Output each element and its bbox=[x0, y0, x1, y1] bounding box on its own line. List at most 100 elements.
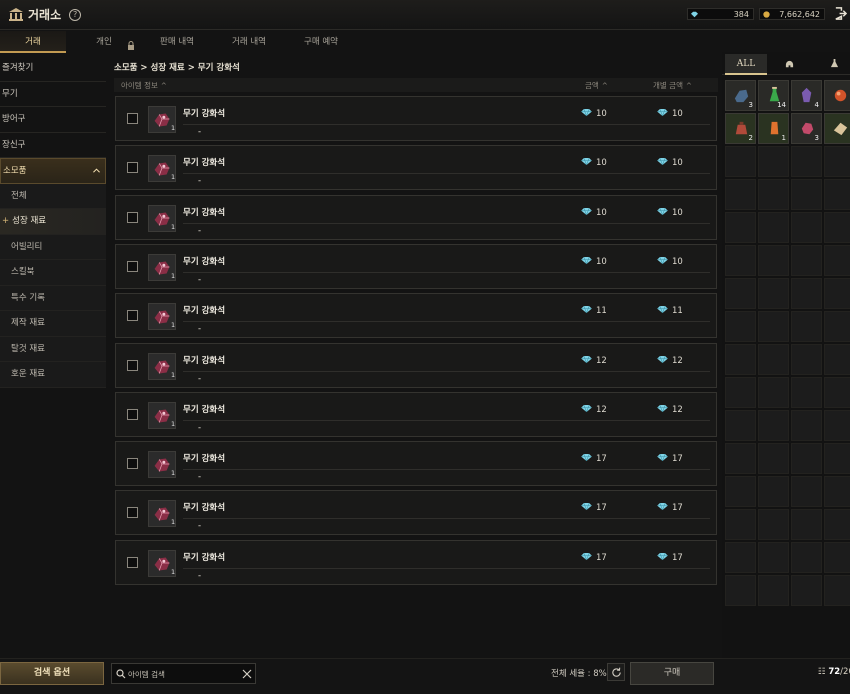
tab-trade-history[interactable]: 거래 내역 bbox=[216, 31, 282, 53]
sidebar-item-accessories[interactable]: 장신구 bbox=[0, 133, 106, 158]
inventory-slot-empty[interactable] bbox=[725, 146, 756, 177]
inventory-slot-empty[interactable] bbox=[725, 212, 756, 243]
inventory-slot-empty[interactable] bbox=[725, 410, 756, 441]
col-unit-price-header[interactable]: 개별 금액 ^ bbox=[653, 80, 692, 91]
inventory-slot-empty[interactable] bbox=[725, 476, 756, 507]
inventory-slot-empty[interactable] bbox=[758, 311, 789, 342]
inventory-slot-empty[interactable] bbox=[791, 542, 822, 573]
inventory-tab-consumables[interactable] bbox=[822, 54, 846, 75]
inventory-slot-empty[interactable] bbox=[824, 410, 850, 441]
sidebar-item-armor[interactable]: 방어구 bbox=[0, 107, 106, 133]
inventory-slot-empty[interactable] bbox=[824, 311, 850, 342]
inventory-slot[interactable]: 1 bbox=[758, 113, 789, 144]
inventory-slot-empty[interactable] bbox=[791, 311, 822, 342]
inventory-slot-empty[interactable] bbox=[791, 476, 822, 507]
inventory-slot-empty[interactable] bbox=[758, 410, 789, 441]
inventory-slot-empty[interactable] bbox=[824, 575, 850, 606]
inventory-slot-empty[interactable] bbox=[791, 212, 822, 243]
inventory-slot-empty[interactable] bbox=[725, 509, 756, 540]
sidebar-item-favorites[interactable]: 즐겨찾기 bbox=[0, 56, 106, 82]
inventory-slot-empty[interactable] bbox=[824, 542, 850, 573]
row-checkbox[interactable] bbox=[127, 113, 138, 124]
inventory-slot[interactable]: 14 bbox=[758, 80, 789, 111]
inventory-slot-empty[interactable] bbox=[791, 377, 822, 408]
row-checkbox[interactable] bbox=[127, 359, 138, 371]
sidebar-sub-ability[interactable]: 어빌리티 bbox=[0, 234, 106, 260]
refresh-button[interactable] bbox=[607, 663, 625, 681]
inventory-slot-empty[interactable] bbox=[791, 575, 822, 606]
inventory-slot-empty[interactable] bbox=[725, 311, 756, 342]
inventory-slot-empty[interactable] bbox=[758, 542, 789, 573]
table-row[interactable]: 1 무기 강화석 - 10 10 bbox=[115, 96, 717, 141]
table-row[interactable]: 1 무기 강화석 - 10 10 bbox=[115, 243, 717, 289]
row-checkbox[interactable] bbox=[127, 162, 138, 174]
inventory-slot-empty[interactable] bbox=[758, 509, 789, 540]
table-row[interactable]: 1 무기 강화석 - 12 12 bbox=[115, 342, 717, 388]
sidebar-sub-fortune-materials[interactable]: 호운 재료 bbox=[0, 362, 106, 388]
table-row[interactable]: 1 무기 강화석 - 17 17 bbox=[115, 490, 717, 536]
inventory-slot-empty[interactable] bbox=[791, 245, 822, 276]
exit-icon[interactable] bbox=[834, 7, 847, 20]
help-button[interactable]: ? bbox=[69, 8, 82, 21]
inventory-slot-empty[interactable] bbox=[824, 179, 850, 210]
inventory-slot-empty[interactable] bbox=[758, 476, 789, 507]
inventory-slot-empty[interactable] bbox=[824, 443, 850, 474]
search-options-button[interactable]: 검색 옵션 bbox=[0, 662, 104, 685]
tab-purchase-reservation[interactable]: 구매 예약 bbox=[288, 31, 354, 53]
inventory-slot-empty[interactable] bbox=[824, 509, 850, 540]
inventory-slot[interactable]: 3 bbox=[725, 80, 756, 111]
inventory-slot[interactable] bbox=[824, 80, 850, 111]
sidebar-item-weapons[interactable]: 무기 bbox=[0, 82, 106, 107]
inventory-slot-empty[interactable] bbox=[824, 146, 850, 177]
inventory-slot[interactable]: 3 bbox=[791, 113, 822, 144]
inventory-slot-empty[interactable] bbox=[791, 443, 822, 474]
inventory-slot-empty[interactable] bbox=[725, 443, 756, 474]
row-checkbox[interactable] bbox=[127, 260, 138, 272]
inventory-slot-empty[interactable] bbox=[758, 278, 789, 309]
sidebar-sub-growth-materials[interactable]: + 성장 재료 bbox=[0, 209, 106, 235]
inventory-slot-empty[interactable] bbox=[725, 245, 756, 276]
row-checkbox[interactable] bbox=[127, 507, 138, 519]
inventory-slot-empty[interactable] bbox=[758, 245, 789, 276]
search-input[interactable] bbox=[128, 667, 238, 681]
row-checkbox[interactable] bbox=[127, 310, 138, 322]
inventory-slot-empty[interactable] bbox=[791, 509, 822, 540]
row-checkbox[interactable] bbox=[127, 211, 138, 223]
inventory-slot-empty[interactable] bbox=[824, 212, 850, 243]
inventory-slot-empty[interactable] bbox=[791, 179, 822, 210]
tab-trade[interactable]: 거래 bbox=[0, 31, 66, 53]
inventory-slot-empty[interactable] bbox=[725, 179, 756, 210]
inventory-slot-empty[interactable] bbox=[791, 278, 822, 309]
inventory-tab-equipment[interactable] bbox=[776, 54, 802, 75]
row-checkbox[interactable] bbox=[127, 408, 138, 420]
sidebar-sub-skillbook[interactable]: 스킬북 bbox=[0, 260, 106, 286]
inventory-slot-empty[interactable] bbox=[824, 344, 850, 375]
inventory-slot-empty[interactable] bbox=[725, 344, 756, 375]
inventory-slot-empty[interactable] bbox=[725, 377, 756, 408]
inventory-tab-all[interactable]: ALL bbox=[725, 54, 767, 75]
sidebar-sub-mount-materials[interactable]: 탈것 재료 bbox=[0, 336, 106, 362]
inventory-slot-empty[interactable] bbox=[725, 542, 756, 573]
table-row[interactable]: 1 무기 강화석 - 10 10 bbox=[115, 145, 717, 191]
buy-button[interactable]: 구매 bbox=[630, 662, 714, 685]
table-row[interactable]: 1 무기 강화석 - 17 17 bbox=[115, 539, 717, 585]
inventory-slot-empty[interactable] bbox=[758, 377, 789, 408]
inventory-slot[interactable]: 4 bbox=[791, 80, 822, 111]
close-icon[interactable] bbox=[242, 669, 252, 679]
inventory-slot-empty[interactable] bbox=[758, 443, 789, 474]
col-price-header[interactable]: 금액 ^ bbox=[585, 80, 608, 91]
inventory-slot-empty[interactable] bbox=[758, 212, 789, 243]
table-row[interactable]: 1 무기 강화석 - 10 10 bbox=[115, 194, 717, 240]
col-item-info-header[interactable]: 아이템 정보 ^ bbox=[121, 80, 167, 91]
inventory-slot-empty[interactable] bbox=[791, 146, 822, 177]
sidebar-sub-all[interactable]: 전체 bbox=[0, 183, 106, 209]
inventory-slot-empty[interactable] bbox=[758, 575, 789, 606]
sidebar-item-consumables[interactable]: 소모품 bbox=[0, 158, 106, 184]
row-checkbox[interactable] bbox=[127, 458, 138, 470]
inventory-slot-empty[interactable] bbox=[791, 344, 822, 375]
table-row[interactable]: 1 무기 강화석 - 12 12 bbox=[115, 391, 717, 437]
search-field[interactable] bbox=[111, 663, 256, 684]
inventory-slot[interactable]: 2 bbox=[725, 113, 756, 144]
inventory-slot-empty[interactable] bbox=[725, 575, 756, 606]
table-row[interactable]: 1 무기 강화석 - 11 11 bbox=[115, 293, 717, 339]
